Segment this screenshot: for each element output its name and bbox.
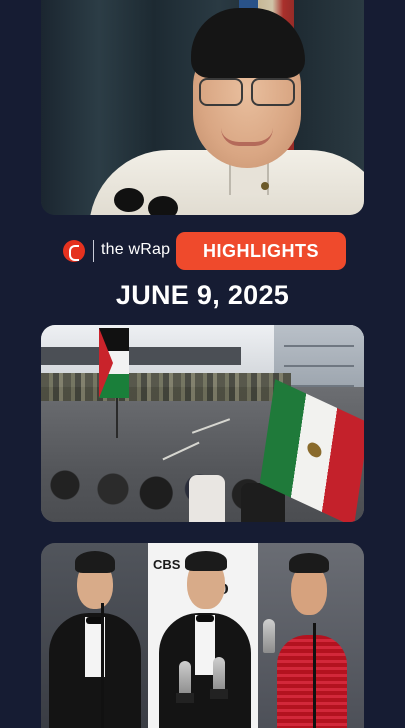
brand-name: the wRap [101,241,171,258]
date-title: JUNE 9, 2025 [115,280,290,310]
brand-row: the wRap HIGHLIGHTS [63,232,353,270]
brand-divider [93,240,94,262]
trophy-icon [179,661,191,695]
highlights-badge: HIGHLIGHTS [176,232,346,270]
microphone-stand [313,623,316,728]
trophy-icon [263,619,275,653]
news-photo-protest [41,325,364,522]
rappler-logo-icon [63,240,85,262]
trophy-base [210,689,228,699]
freeway-overpass [41,347,241,365]
hair [185,551,227,571]
microphone-icon [114,188,144,212]
red-sequin-dress [277,635,347,728]
trophy-base [176,693,194,703]
dress-shirt [195,615,215,675]
lapel-pin [261,182,269,190]
hair [75,551,115,573]
microphone-stand [101,603,104,728]
news-photo-awards: CBS TO [41,543,364,728]
palestinian-flag [99,328,129,398]
microphone-icon [148,196,178,215]
trophy-icon [213,657,225,691]
cbs-logo-text: CBS [153,557,181,572]
eyeglasses [199,78,295,106]
national-guard-line [41,373,291,401]
protester [189,475,225,522]
hair [289,553,329,573]
bowtie [196,615,214,622]
news-photo-portrait [41,0,364,215]
